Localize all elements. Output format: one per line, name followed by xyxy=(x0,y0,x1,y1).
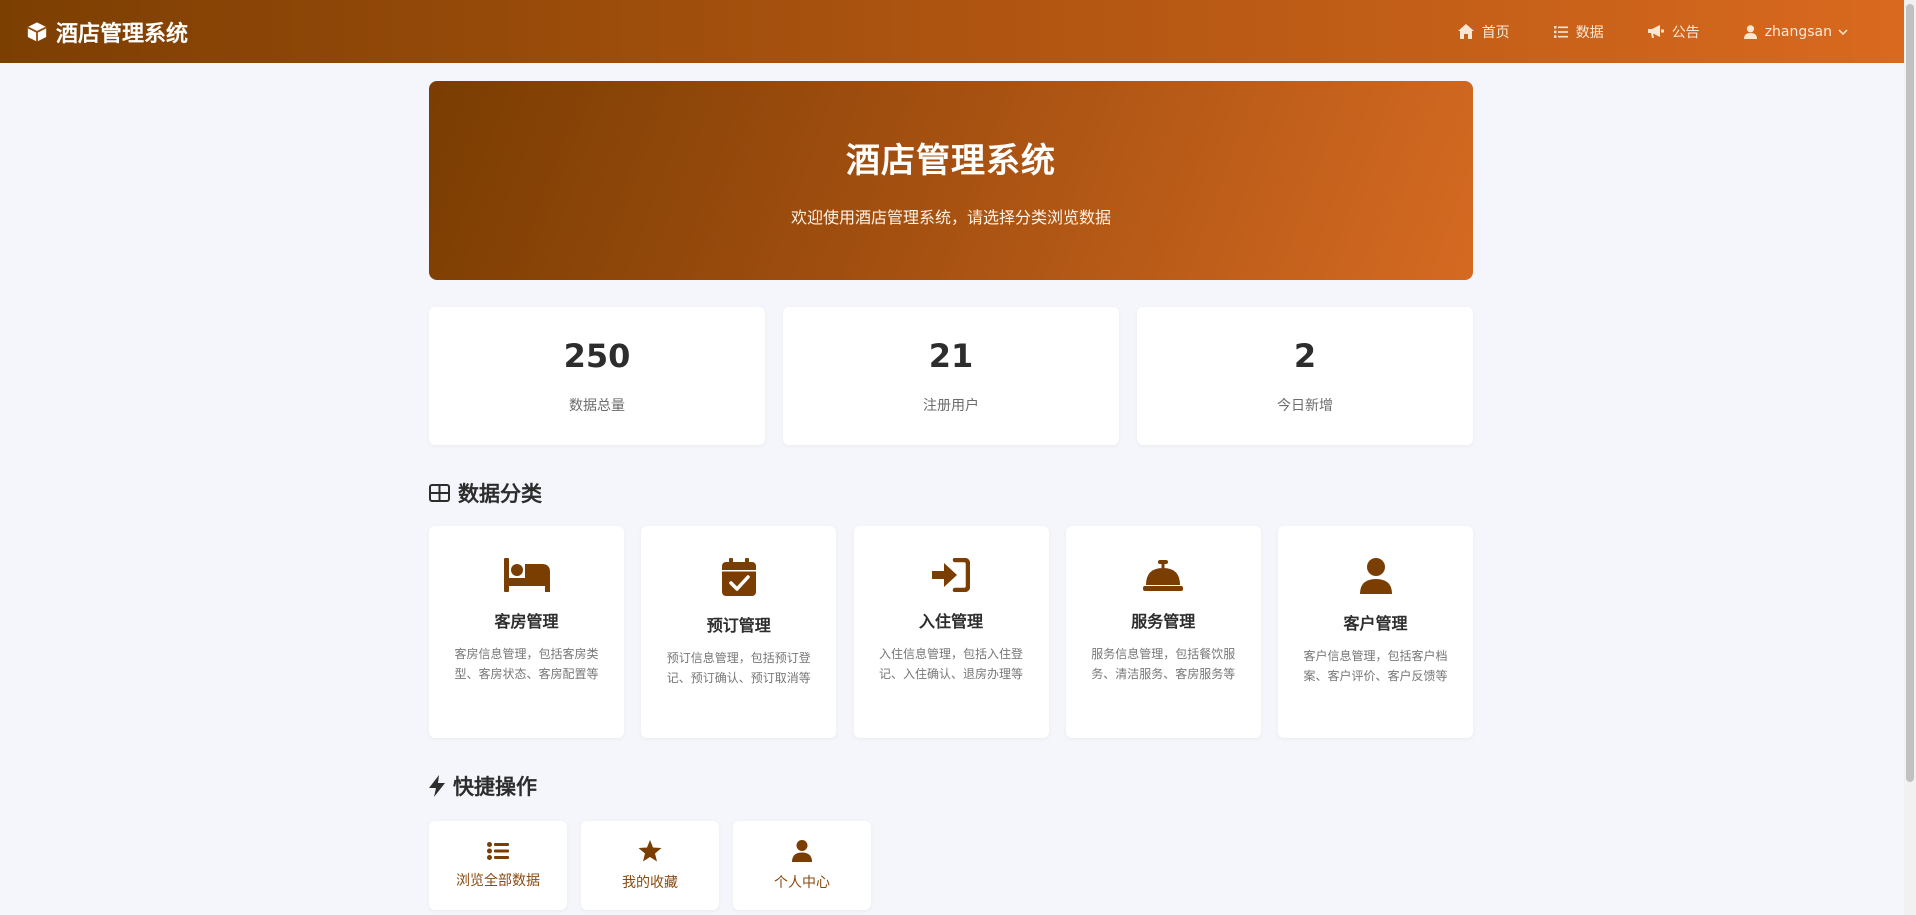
nav-notice-label: 公告 xyxy=(1671,24,1700,41)
stat-card-today: 2 今日新增 xyxy=(1137,307,1473,445)
stat-value: 250 xyxy=(563,337,631,375)
star-icon xyxy=(638,839,662,861)
home-icon xyxy=(1457,24,1474,39)
calendar-check-icon xyxy=(721,558,756,596)
stat-label: 数据总量 xyxy=(569,398,625,414)
nav-home-label: 首页 xyxy=(1481,24,1510,41)
stat-value: 21 xyxy=(928,337,974,375)
category-title: 客户管理 xyxy=(1343,614,1408,633)
categories-title: 数据分类 xyxy=(458,482,542,506)
quick-action-label: 我的收藏 xyxy=(622,874,678,891)
stat-card-users: 21 注册用户 xyxy=(783,307,1119,445)
list-icon xyxy=(487,841,509,860)
service-bell-icon xyxy=(1143,560,1184,591)
nav-data-label: 数据 xyxy=(1575,24,1604,41)
stat-label: 今日新增 xyxy=(1277,398,1333,414)
stat-label: 注册用户 xyxy=(923,398,979,414)
category-description: 客房信息管理，包括客房类型、客房状态、客房配置等 xyxy=(454,647,599,681)
category-title: 客房管理 xyxy=(494,612,559,631)
nav-notice-link[interactable]: 公告 xyxy=(1647,22,1700,42)
category-card-customers[interactable]: 客户管理 客户信息管理，包括客户档案、客户评价、客户反馈等 xyxy=(1278,526,1473,738)
category-title: 预订管理 xyxy=(706,616,771,635)
bed-icon xyxy=(503,558,550,592)
category-grid: 客房管理 客房信息管理，包括客房类型、客房状态、客房配置等 预订管理 预订信息管… xyxy=(429,526,1473,738)
quick-actions-heading: 快捷操作 xyxy=(429,771,1473,801)
table-icon xyxy=(429,484,450,502)
nav-data-link[interactable]: 数据 xyxy=(1553,22,1604,42)
category-title: 服务管理 xyxy=(1131,612,1196,631)
hero-subtitle: 欢迎使用酒店管理系统，请选择分类浏览数据 xyxy=(790,208,1111,227)
lightning-icon xyxy=(429,775,445,797)
scrollbar[interactable] xyxy=(1904,0,1916,915)
category-title: 入住管理 xyxy=(918,612,983,631)
stats-row: 250 数据总量 21 注册用户 2 今日新增 xyxy=(429,307,1473,445)
category-card-bookings[interactable]: 预订管理 预订信息管理，包括预订登记、预订确认、预订取消等 xyxy=(641,526,837,738)
brand-title: 酒店管理系统 xyxy=(56,21,189,47)
user-icon xyxy=(1743,24,1757,39)
hero-title: 酒店管理系统 xyxy=(846,141,1056,181)
quick-actions-title: 快捷操作 xyxy=(453,775,537,799)
hero-banner: 酒店管理系统 欢迎使用酒店管理系统，请选择分类浏览数据 xyxy=(429,81,1473,280)
list-icon xyxy=(1553,25,1568,38)
megaphone-icon xyxy=(1647,24,1664,38)
quick-actions-row: 浏览全部数据 我的收藏 个人中心 xyxy=(429,821,1473,910)
favorites-button[interactable]: 我的收藏 xyxy=(581,821,719,910)
user-icon xyxy=(792,839,812,862)
chevron-down-icon xyxy=(1838,28,1848,35)
quick-action-label: 个人中心 xyxy=(774,874,830,891)
browse-all-button[interactable]: 浏览全部数据 xyxy=(429,821,567,910)
cube-icon xyxy=(27,21,47,42)
sign-in-icon xyxy=(932,558,970,592)
profile-button[interactable]: 个人中心 xyxy=(733,821,871,910)
username: zhangsan xyxy=(1764,23,1832,40)
top-navbar: 酒店管理系统 首页 数据 公告 zhangsan xyxy=(0,0,1904,63)
user-icon xyxy=(1359,558,1392,594)
stat-value: 2 xyxy=(1293,337,1317,375)
categories-heading: 数据分类 xyxy=(429,478,1473,508)
category-card-services[interactable]: 服务管理 服务信息管理，包括餐饮服务、清洁服务、客房服务等 xyxy=(1065,526,1261,738)
main-content: 酒店管理系统 欢迎使用酒店管理系统，请选择分类浏览数据 250 数据总量 21 … xyxy=(429,81,1473,910)
category-description: 入住信息管理，包括入住登记、入住确认、退房办理等 xyxy=(878,647,1023,681)
category-card-checkin[interactable]: 入住管理 入住信息管理，包括入住登记、入住确认、退房办理等 xyxy=(853,526,1049,738)
brand[interactable]: 酒店管理系统 xyxy=(26,16,188,48)
stat-card-total: 250 数据总量 xyxy=(429,307,765,445)
category-card-rooms[interactable]: 客房管理 客房信息管理，包括客房类型、客房状态、客房配置等 xyxy=(429,526,624,738)
quick-action-label: 浏览全部数据 xyxy=(456,872,540,889)
scrollbar-thumb[interactable] xyxy=(1906,4,1914,782)
nav-home-link[interactable]: 首页 xyxy=(1457,22,1510,42)
category-description: 预订信息管理，包括预订登记、预订确认、预订取消等 xyxy=(666,651,811,685)
category-description: 服务信息管理，包括餐饮服务、清洁服务、客房服务等 xyxy=(1091,647,1236,681)
category-description: 客户信息管理，包括客户档案、客户评价、客户反馈等 xyxy=(1303,649,1448,683)
user-menu[interactable]: zhangsan xyxy=(1743,23,1856,40)
